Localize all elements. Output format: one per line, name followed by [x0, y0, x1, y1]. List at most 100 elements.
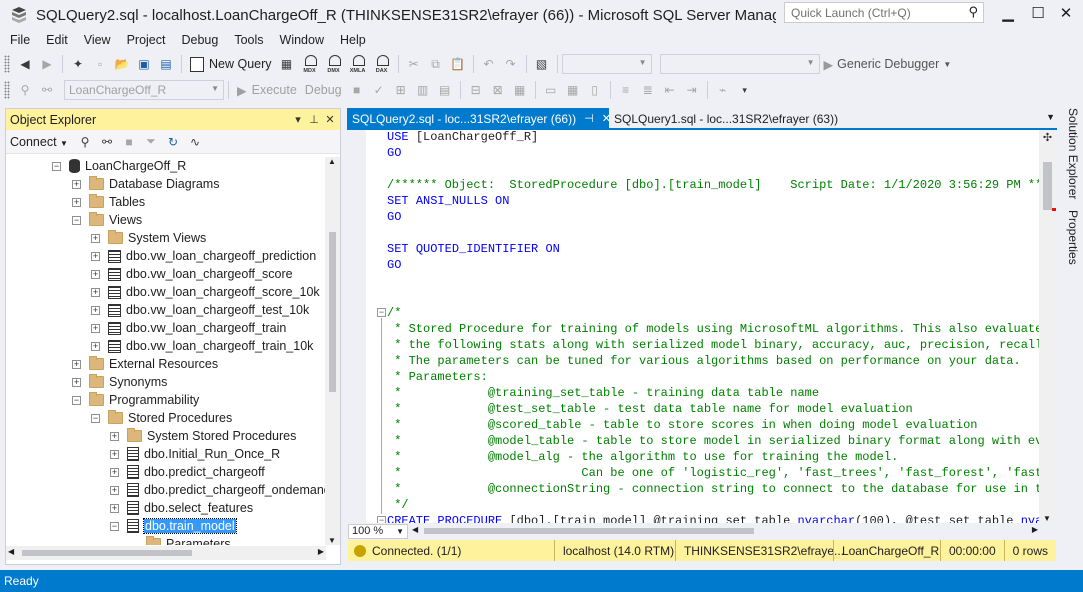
code-line[interactable]: * @training_set_table - training data ta… [387, 385, 819, 401]
tree-node-programmability[interactable]: − Programmability [72, 391, 199, 409]
tree-node-system-views[interactable]: + System Views [91, 229, 206, 247]
tree-node-synonyms[interactable]: + Synonyms [72, 373, 167, 391]
menu-view[interactable]: View [76, 33, 119, 47]
tree-node-external-resources[interactable]: + External Resources [72, 355, 218, 373]
scrollbar-thumb[interactable] [329, 232, 336, 392]
quick-launch-input[interactable]: Quick Launch (Ctrl+Q) ⚲ [784, 2, 984, 23]
expand-icon[interactable]: + [72, 359, 81, 369]
tree-node-procedure[interactable]: + dbo.select_features [110, 499, 253, 517]
split-window-icon[interactable]: ✣ [1040, 131, 1055, 144]
available-databases-combo[interactable]: LoanChargeOff_R ▼ [64, 80, 224, 100]
code-line[interactable]: * Parameters: [387, 369, 488, 385]
code-line[interactable]: /* [387, 305, 401, 321]
expand-icon[interactable]: + [91, 269, 100, 279]
expand-icon[interactable]: + [110, 485, 119, 495]
scroll-left-icon[interactable]: ◀ [412, 525, 418, 534]
collapse-icon[interactable]: − [91, 413, 100, 423]
menu-edit[interactable]: Edit [38, 33, 76, 47]
collapse-icon[interactable]: − [72, 395, 81, 405]
code-line[interactable]: GO [387, 209, 401, 225]
toolbar-options-icon[interactable]: ▾ [734, 79, 756, 101]
close-window-button[interactable]: ✕ [1049, 0, 1083, 26]
mdx-query-icon[interactable]: MDX [300, 54, 320, 74]
solution-configuration-combo[interactable]: ▼ [561, 54, 652, 74]
pin-icon[interactable]: ⊣ [584, 112, 594, 125]
pin-icon[interactable]: ⊥ [306, 111, 322, 127]
tree-node-view[interactable]: + dbo.vw_loan_chargeoff_score [91, 265, 293, 283]
collapse-icon[interactable]: − [52, 161, 61, 171]
expand-icon[interactable]: + [110, 467, 119, 477]
menu-project[interactable]: Project [119, 33, 174, 47]
increase-indent-icon[interactable]: ⇥ [681, 79, 703, 101]
code-line[interactable]: GO [387, 257, 401, 273]
results-to-grid-icon[interactable]: ▦ [562, 79, 584, 101]
decrease-indent-icon[interactable]: ⇤ [659, 79, 681, 101]
tree-node-procedure[interactable]: + dbo.Initial_Run_Once_R [110, 445, 280, 463]
menu-file[interactable]: File [2, 33, 38, 47]
query-options-icon[interactable]: ▥ [412, 79, 434, 101]
menu-window[interactable]: Window [272, 33, 332, 47]
find-combo[interactable]: ▼ [659, 54, 820, 74]
cut-icon[interactable]: ✂ [403, 53, 425, 75]
code-text[interactable]: USE [LoanChargeOff_R] GO/****** Object: S… [387, 130, 1042, 523]
code-line[interactable]: * the following stats along with seriali… [387, 337, 1042, 353]
redo-icon[interactable]: ↷ [500, 53, 522, 75]
connect-icon[interactable]: ⚲ [14, 79, 36, 101]
code-line[interactable]: USE [LoanChargeOff_R] [387, 130, 538, 145]
dax-query-icon[interactable]: DAX [372, 54, 392, 74]
scrollbar-thumb[interactable] [22, 550, 192, 556]
collapse-icon[interactable]: − [110, 521, 119, 531]
code-line[interactable]: * Can be one of 'logistic_reg', 'fast_tr… [387, 465, 1042, 481]
tree-node-views[interactable]: − Views [72, 211, 142, 229]
generic-debugger-button[interactable]: ▶ Generic Debugger ▼ [820, 54, 956, 74]
new-query-button[interactable]: New Query [186, 53, 276, 75]
expand-icon[interactable]: + [72, 197, 81, 207]
debug-button[interactable]: Debug [301, 79, 346, 101]
window-position-icon[interactable]: ▾ [290, 111, 306, 127]
tree-node-procedure[interactable]: + dbo.predict_chargeoff_ondemand [110, 481, 326, 499]
code-line[interactable]: CREATE PROCEDURE [dbo].[train_model] @tr… [387, 513, 1042, 523]
tab-sqlquery2[interactable]: SQLQuery2.sql - loc...31SR2\efrayer (66)… [347, 108, 611, 129]
expand-icon[interactable]: + [72, 179, 81, 189]
stop-icon[interactable]: ■ [118, 131, 140, 153]
expand-icon[interactable]: + [110, 503, 119, 513]
activity-icon[interactable]: ∿ [184, 131, 206, 153]
code-line[interactable]: /****** Object: StoredProcedure [dbo].[t… [387, 177, 1042, 193]
database-engine-query-icon[interactable]: ▦ [276, 53, 298, 75]
tree-node-parameters[interactable]: Parameters [129, 535, 231, 545]
client-stats-icon[interactable]: ▦ [509, 79, 531, 101]
code-line[interactable]: * Stored Procedure for training of model… [387, 321, 1042, 337]
code-line[interactable]: * @scored_table - table to store scores … [387, 417, 977, 433]
scrollbar-thumb[interactable] [424, 528, 754, 534]
tab-sqlquery1[interactable]: SQLQuery1.sql - loc...31SR2\efrayer (63)… [609, 108, 838, 129]
results-to-file-icon[interactable]: ▯ [584, 79, 606, 101]
filter-icon[interactable]: ⏷ [140, 131, 162, 153]
comment-icon[interactable]: ≡ [615, 79, 637, 101]
uncomment-icon[interactable]: ≣ [637, 79, 659, 101]
scroll-down-icon[interactable]: ▼ [1043, 514, 1051, 523]
include-plan-icon[interactable]: ⊟ [465, 79, 487, 101]
code-line[interactable]: GO [387, 145, 401, 161]
expand-icon[interactable]: + [91, 305, 100, 315]
dmx-query-icon[interactable]: DMX [324, 54, 344, 74]
tree-node-procedure-selected[interactable]: − dbo.train_model [110, 517, 237, 535]
collapse-region-icon[interactable]: − [377, 516, 386, 523]
code-line[interactable]: * @connectionString - connection string … [387, 481, 1042, 497]
connect-dropdown[interactable]: Connect ▼ [10, 135, 68, 149]
disconnect-icon[interactable]: ⚯ [96, 131, 118, 153]
expand-icon[interactable]: + [91, 251, 100, 261]
tree-node-view[interactable]: + dbo.vw_loan_chargeoff_prediction [91, 247, 316, 265]
menu-debug[interactable]: Debug [173, 33, 226, 47]
editor-vertical-scrollbar[interactable]: ✣ ▼ [1039, 130, 1056, 523]
toolbar-grip[interactable] [4, 55, 10, 73]
results-to-text-icon[interactable]: ▭ [540, 79, 562, 101]
tree-node-stored-procedures[interactable]: − Stored Procedures [91, 409, 232, 427]
code-line[interactable]: */ [387, 497, 408, 513]
tree-node-view[interactable]: + dbo.vw_loan_chargeoff_test_10k [91, 301, 309, 319]
save-all-icon[interactable]: ▤ [155, 53, 177, 75]
minimize-button[interactable]: ▁ [991, 0, 1025, 26]
editor-horizontal-scrollbar[interactable]: ◀ ▶ [410, 525, 1040, 537]
code-line[interactable]: * @test_set_table - test data table name… [387, 401, 913, 417]
scroll-right-icon[interactable]: ▶ [1032, 525, 1038, 534]
tree-node-view[interactable]: + dbo.vw_loan_chargeoff_train [91, 319, 286, 337]
